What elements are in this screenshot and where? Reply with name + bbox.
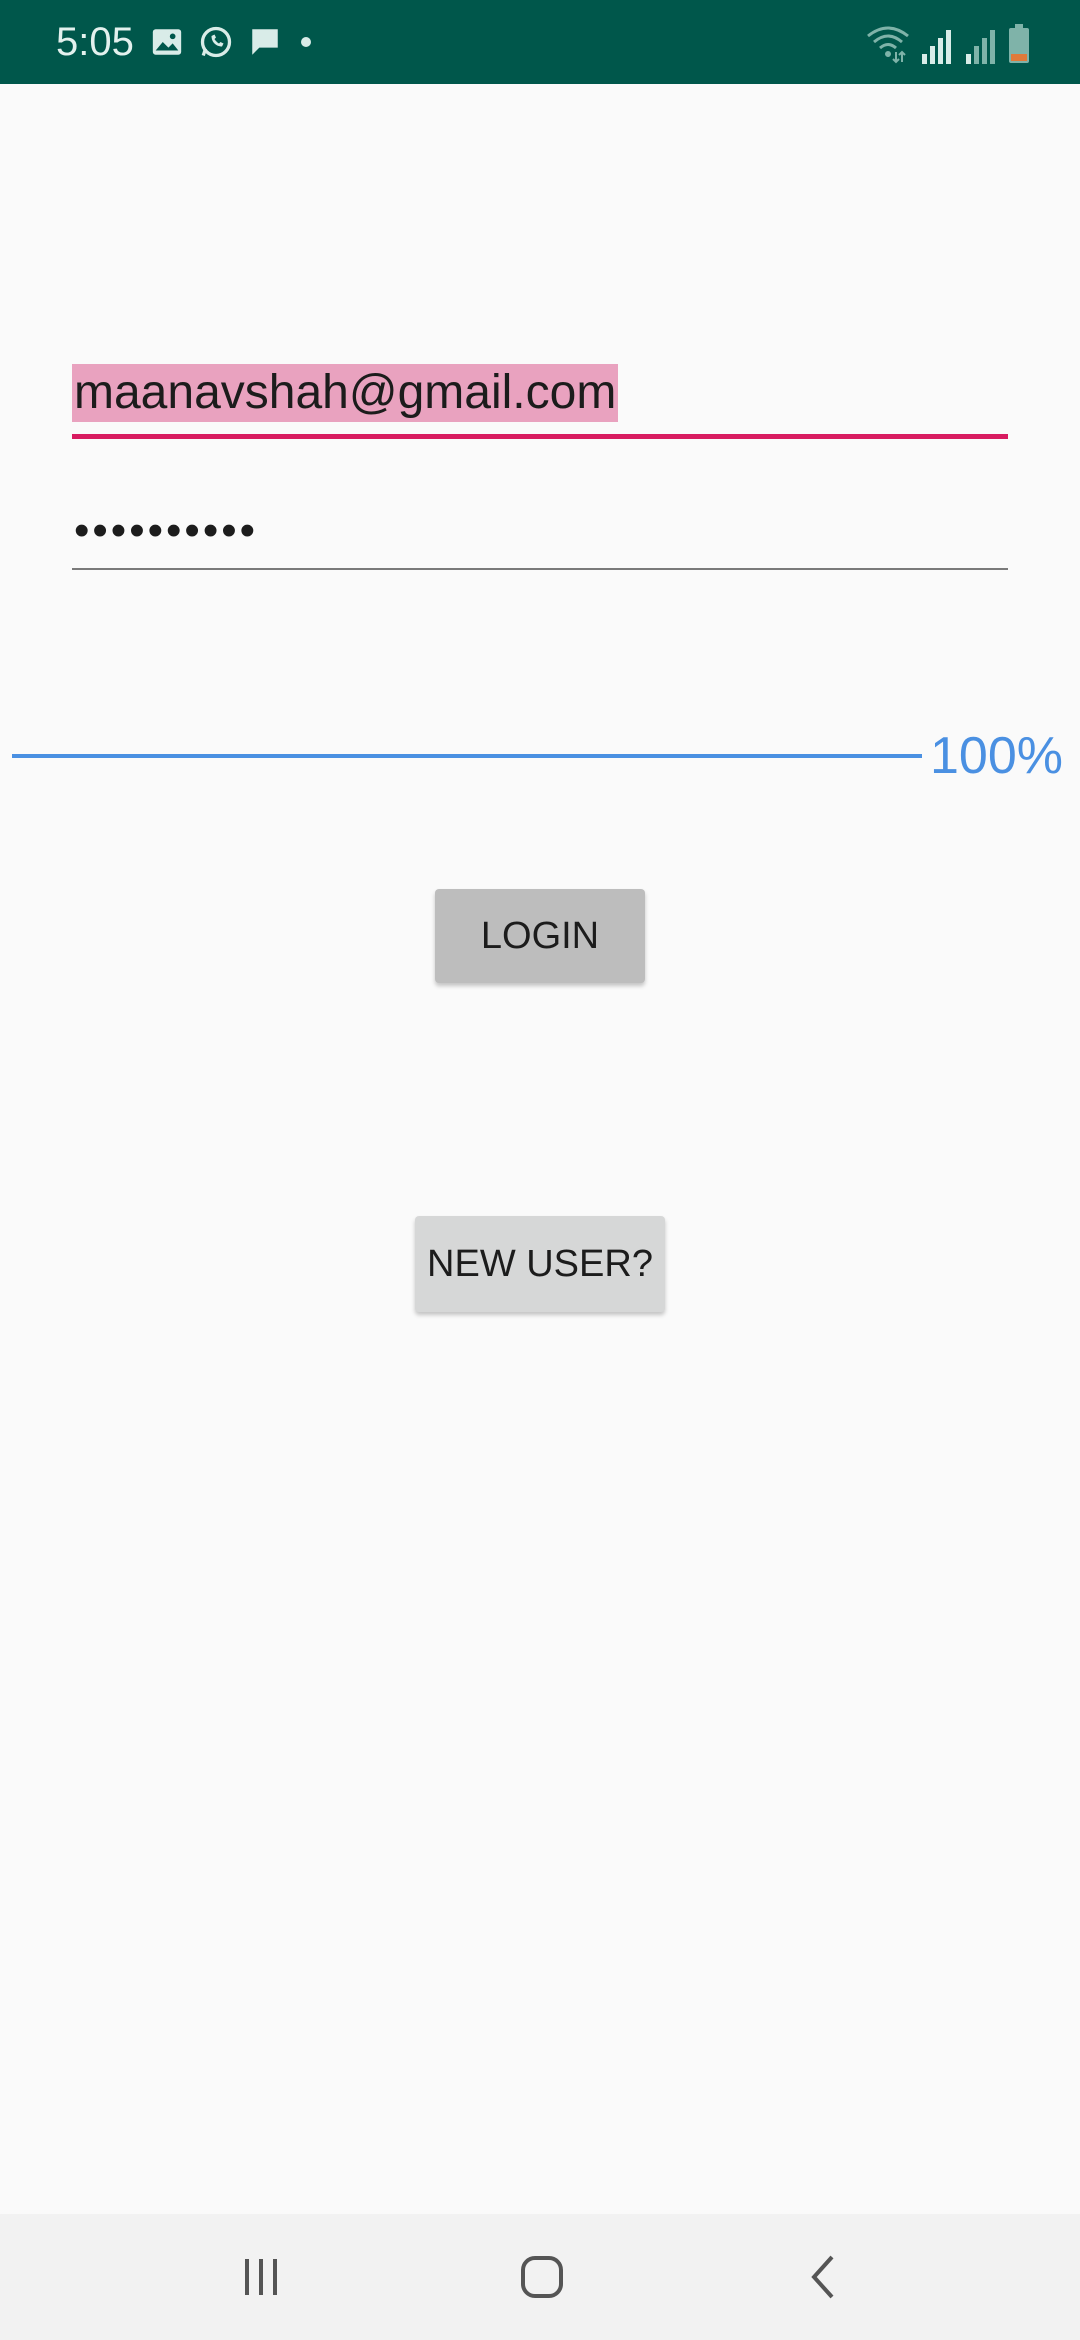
wifi-icon — [866, 24, 910, 64]
home-button[interactable] — [502, 2242, 582, 2312]
home-icon — [518, 2253, 566, 2301]
recent-apps-icon — [239, 2255, 283, 2299]
message-icon — [248, 25, 282, 59]
navigation-bar — [0, 2214, 1080, 2340]
signal-weak-icon — [964, 28, 998, 64]
battery-low-icon — [1008, 24, 1030, 64]
progress-fill — [12, 754, 922, 758]
back-button[interactable] — [784, 2242, 864, 2312]
login-screen: 5:05 maanavshah@gmail.com •••••••••• 100… — [0, 0, 1080, 2340]
login-button[interactable]: LOGIN — [435, 889, 645, 983]
whatsapp-icon — [198, 24, 234, 60]
image-icon — [150, 25, 184, 59]
progress-label: 100% — [930, 727, 1063, 785]
recent-apps-button[interactable] — [221, 2242, 301, 2312]
status-time: 5:05 — [56, 20, 134, 64]
dot-icon — [296, 32, 316, 52]
password-field[interactable]: •••••••••• — [72, 500, 1008, 570]
system-icons — [866, 20, 1030, 64]
progress-bar — [12, 754, 922, 758]
password-value: •••••••••• — [74, 506, 259, 555]
status-bar: 5:05 — [0, 0, 1080, 84]
signal-icon — [920, 28, 954, 64]
notification-icons — [150, 22, 316, 62]
new-user-button[interactable]: NEW USER? — [415, 1216, 665, 1312]
email-value: maanavshah@gmail.com — [72, 364, 619, 422]
email-field[interactable]: maanavshah@gmail.com — [72, 360, 1008, 439]
back-icon — [804, 2253, 844, 2301]
